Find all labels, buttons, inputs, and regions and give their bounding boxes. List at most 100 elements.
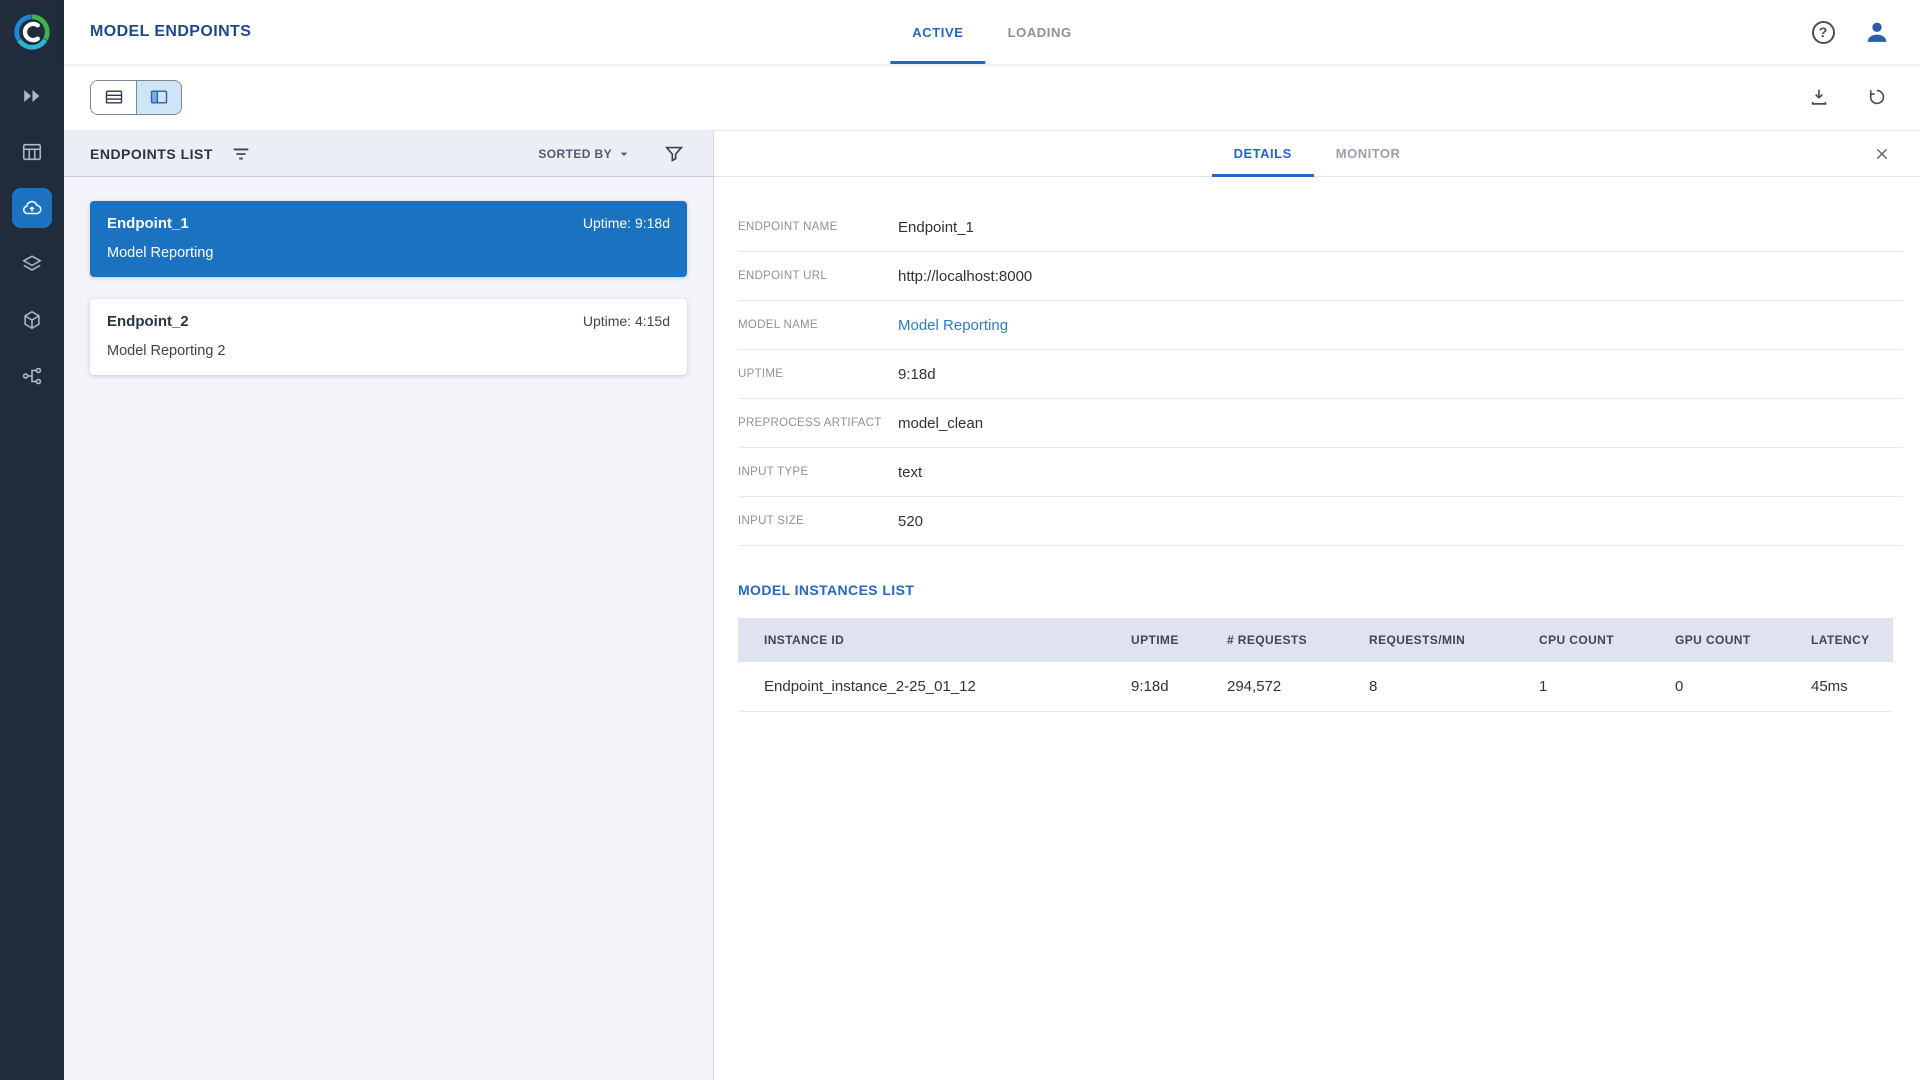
field-value: http://localhost:8000 [898, 268, 1032, 285]
download-button[interactable] [1802, 80, 1836, 114]
chevron-down-icon [616, 146, 632, 162]
tab-loading[interactable]: LOADING [986, 0, 1094, 64]
model-instances-table: INSTANCE ID UPTIME # REQUESTS REQUESTS/M… [738, 618, 1893, 712]
col-requests: # REQUESTS [1217, 618, 1359, 662]
details-panel: DETAILS MONITOR ENDPOINT NAME Endpoint_1 [714, 131, 1920, 1080]
col-cpu-count: CPU COUNT [1529, 618, 1665, 662]
tab-details[interactable]: DETAILS [1212, 131, 1314, 177]
toolbar-actions [1802, 80, 1894, 114]
field-label: ENDPOINT NAME [738, 221, 898, 233]
endpoint-name: Endpoint_1 [107, 215, 189, 232]
sidebar-item-getting-started[interactable] [12, 76, 52, 116]
endpoints-panel: ENDPOINTS LIST SORTED BY [64, 131, 714, 1080]
close-details-button[interactable] [1868, 140, 1896, 168]
view-toggle-group [90, 80, 182, 115]
endpoint-uptime: Uptime: 4:15d [583, 313, 670, 329]
col-instance-id: INSTANCE ID [738, 618, 1121, 662]
field-label: MODEL NAME [738, 319, 898, 331]
sidebar-item-models[interactable] [12, 244, 52, 284]
close-icon [1874, 146, 1890, 162]
sidebar-item-projects[interactable] [12, 132, 52, 172]
field-value: model_clean [898, 415, 983, 432]
cell-requests-min: 8 [1359, 662, 1529, 711]
app-root: MODEL ENDPOINTS ACTIVE LOADING ? [0, 0, 1920, 1080]
header-actions: ? [1806, 15, 1894, 49]
download-icon [1808, 86, 1830, 108]
endpoint-model: Model Reporting 2 [107, 343, 670, 359]
field-label: UPTIME [738, 368, 898, 380]
endpoints-list: Endpoint_1 Uptime: 9:18d Model Reporting… [64, 177, 713, 399]
page-title: MODEL ENDPOINTS [90, 23, 251, 41]
toolbar [64, 64, 1920, 131]
app-logo[interactable] [0, 0, 64, 64]
field-value: Endpoint_1 [898, 219, 974, 236]
cell-cpu-count: 1 [1529, 662, 1665, 711]
endpoint-card-1[interactable]: Endpoint_1 Uptime: 9:18d Model Reporting [90, 201, 687, 277]
cube-icon [21, 309, 43, 331]
nav-rail [0, 0, 64, 1080]
avatar-icon [1863, 18, 1891, 46]
endpoint-uptime: Uptime: 9:18d [583, 215, 670, 231]
column-settings-button[interactable] [228, 141, 254, 167]
field-value: text [898, 464, 922, 481]
tab-monitor[interactable]: MONITOR [1314, 131, 1423, 177]
main-column: MODEL ENDPOINTS ACTIVE LOADING ? [64, 0, 1920, 1080]
table-view-button[interactable] [91, 81, 136, 114]
field-value: 520 [898, 513, 923, 530]
clearml-logo-icon [11, 11, 53, 53]
layers-icon [21, 253, 43, 275]
tab-active[interactable]: ACTIVE [890, 0, 985, 64]
model-name-link[interactable]: Model Reporting [898, 317, 1008, 334]
table-header-row: INSTANCE ID UPTIME # REQUESTS REQUESTS/M… [738, 618, 1893, 662]
cell-gpu-count: 0 [1665, 662, 1801, 711]
table-view-icon [104, 87, 124, 107]
field-row-input-size: INPUT SIZE 520 [738, 497, 1903, 546]
endpoint-card-2[interactable]: Endpoint_2 Uptime: 4:15d Model Reporting… [90, 299, 687, 375]
deploy-cloud-icon [21, 197, 43, 219]
field-row-preprocess-artifact: PREPROCESS ARTIFACT model_clean [738, 399, 1903, 448]
content-split: ENDPOINTS LIST SORTED BY [64, 131, 1920, 1080]
field-label: INPUT TYPE [738, 466, 898, 478]
endpoints-panel-header: ENDPOINTS LIST SORTED BY [64, 131, 713, 177]
details-body: ENDPOINT NAME Endpoint_1 ENDPOINT URL ht… [714, 177, 1920, 1080]
col-latency: LATENCY [1801, 618, 1893, 662]
fast-forward-icon [21, 85, 43, 107]
top-bar: MODEL ENDPOINTS ACTIVE LOADING ? [64, 0, 1920, 64]
auto-refresh-button[interactable] [1860, 80, 1894, 114]
filter-button[interactable] [661, 141, 687, 167]
model-instances-section: MODEL INSTANCES LIST INSTANCE ID UPTIME … [738, 582, 1903, 712]
col-requests-min: REQUESTS/MIN [1359, 618, 1529, 662]
field-row-input-type: INPUT TYPE text [738, 448, 1903, 497]
endpoint-name: Endpoint_2 [107, 313, 189, 330]
field-row-model-name: MODEL NAME Model Reporting [738, 301, 1903, 350]
table-report-icon [21, 141, 43, 163]
help-icon: ? [1812, 21, 1835, 44]
table-row: Endpoint_instance_2-25_01_12 9:18d 294,5… [738, 662, 1893, 711]
endpoint-card-header: Endpoint_2 Uptime: 4:15d [107, 313, 670, 330]
header-tabs: ACTIVE LOADING [890, 0, 1093, 64]
branch-network-icon [21, 365, 43, 387]
sidebar-item-pipelines[interactable] [12, 300, 52, 340]
sidebar-item-model-endpoints[interactable] [12, 188, 52, 228]
funnel-icon [663, 143, 685, 165]
sidebar-item-workers-queues[interactable] [12, 356, 52, 396]
field-row-uptime: UPTIME 9:18d [738, 350, 1903, 399]
sorted-by-dropdown[interactable]: SORTED BY [538, 146, 632, 162]
endpoint-model: Model Reporting [107, 245, 670, 261]
nav-items [12, 76, 52, 396]
details-tabs: DETAILS MONITOR [714, 131, 1920, 177]
sorted-by-label: SORTED BY [538, 147, 612, 161]
auto-refresh-icon [1866, 86, 1888, 108]
cell-instance-id: Endpoint_instance_2-25_01_12 [738, 662, 1121, 711]
split-view-button[interactable] [136, 81, 181, 114]
cell-requests: 294,572 [1217, 662, 1359, 711]
filter-list-icon [230, 143, 252, 165]
col-gpu-count: GPU COUNT [1665, 618, 1801, 662]
field-value: 9:18d [898, 366, 936, 383]
col-uptime: UPTIME [1121, 618, 1217, 662]
field-label: ENDPOINT URL [738, 270, 898, 282]
endpoint-card-header: Endpoint_1 Uptime: 9:18d [107, 215, 670, 232]
user-menu-button[interactable] [1860, 15, 1894, 49]
help-button[interactable]: ? [1806, 15, 1840, 49]
split-view-icon [149, 87, 169, 107]
